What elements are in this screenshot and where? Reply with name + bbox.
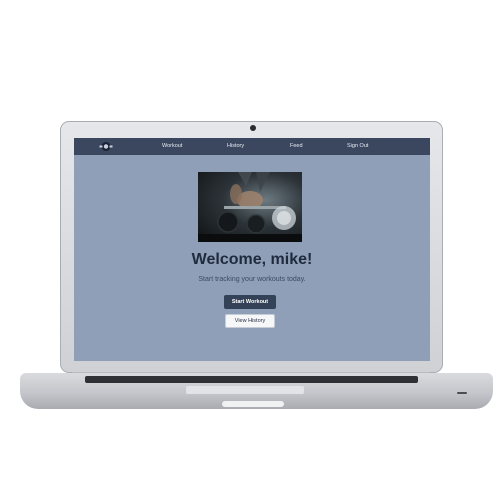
main-content: Welcome, mike! Start tracking your worko…: [74, 155, 430, 361]
nav-workout-link[interactable]: Workout: [162, 142, 182, 151]
app-logo-icon[interactable]: [99, 140, 113, 153]
welcome-heading: Welcome, mike!: [191, 251, 313, 268]
hero-workout-image: [198, 172, 302, 242]
webcam-icon: [250, 125, 256, 131]
laptop-screen: Workout History Feed Sign Out Welcome, m…: [74, 138, 430, 361]
nav-feed-link[interactable]: Feed: [290, 142, 303, 151]
front-notch: [222, 401, 284, 407]
navbar: Workout History Feed Sign Out: [74, 138, 430, 155]
trackpad: [186, 386, 304, 394]
nav-history-link[interactable]: History: [227, 142, 244, 151]
view-history-button[interactable]: View History: [225, 314, 275, 328]
keyboard: [85, 376, 418, 383]
start-workout-button[interactable]: Start Workout: [224, 295, 276, 309]
welcome-subtitle: Start tracking your workouts today.: [198, 276, 306, 283]
sleep-indicator-icon: [457, 392, 467, 394]
nav-sign-out-link[interactable]: Sign Out: [347, 142, 368, 151]
